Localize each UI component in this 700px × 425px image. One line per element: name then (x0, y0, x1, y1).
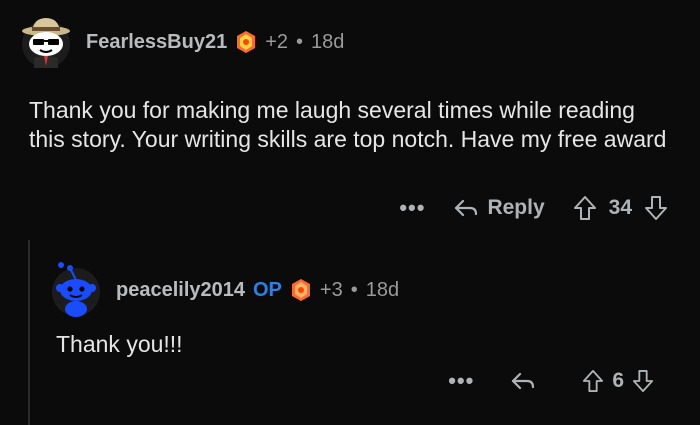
avatar[interactable] (48, 262, 104, 318)
award-icon[interactable] (290, 278, 312, 302)
award-icon[interactable] (235, 30, 257, 54)
reply-button[interactable]: Reply (453, 196, 545, 220)
comment-meta: peacelily2014 OP +3 • 18d (116, 278, 399, 302)
comment-body: Thank you for making me laugh several ti… (29, 97, 667, 152)
reply-arrow-icon (512, 372, 535, 390)
username[interactable]: FearlessBuy21 (86, 31, 227, 54)
reply-arrow-icon (455, 199, 478, 217)
timestamp: 18d (311, 30, 345, 53)
comment-actions: ••• 6 (448, 368, 654, 394)
vote-score: 6 (612, 369, 624, 392)
comment-body: Thank you!!! (56, 331, 183, 357)
award-count[interactable]: +2 (265, 31, 288, 54)
reply-button[interactable] (510, 371, 544, 391)
upvote-icon[interactable] (573, 195, 597, 221)
separator-dot: • (350, 278, 358, 301)
downvote-icon[interactable] (632, 369, 654, 393)
comment-meta: FearlessBuy21 +2 • 18d (86, 30, 344, 54)
snoo-avatar-icon (52, 262, 100, 317)
separator-dot: • (296, 30, 304, 53)
upvote-icon[interactable] (582, 369, 604, 393)
avatar[interactable] (18, 14, 74, 70)
comment-header: FearlessBuy21 +2 • 18d (18, 14, 344, 70)
more-options-button[interactable]: ••• (399, 195, 425, 221)
downvote-icon[interactable] (644, 195, 668, 221)
thread-line[interactable] (28, 240, 30, 425)
snoo-avatar-icon (22, 18, 70, 68)
comment-header: peacelily2014 OP +3 • 18d (48, 262, 399, 318)
username[interactable]: peacelily2014 (116, 279, 245, 302)
vote-score: 34 (608, 196, 632, 219)
more-options-button[interactable]: ••• (448, 368, 474, 394)
comment-actions: ••• Reply 34 (399, 195, 668, 221)
timestamp: 18d (365, 278, 400, 301)
award-count[interactable]: +3 (320, 279, 343, 302)
op-badge: OP (253, 278, 282, 301)
reply-label: Reply (487, 196, 545, 219)
